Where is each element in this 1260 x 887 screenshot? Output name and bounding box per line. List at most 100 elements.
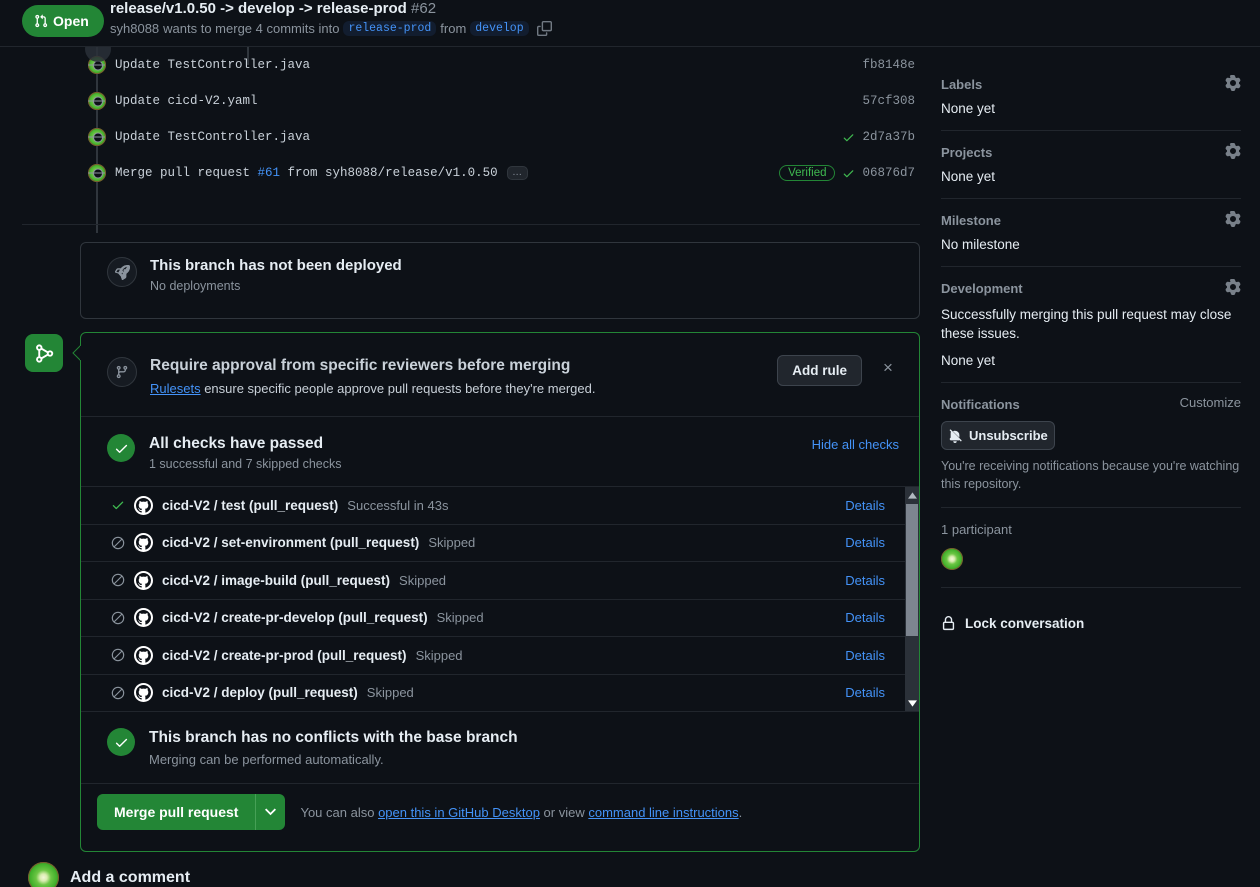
commit-message-pre: Merge pull request <box>115 166 258 180</box>
notifications-note: You're receiving notifications because y… <box>941 459 1240 491</box>
commit-row[interactable]: Update TestController.java fb8148e <box>0 47 930 83</box>
ghost-rail-fragment <box>247 47 249 65</box>
add-comment-title: Add a comment <box>70 868 191 886</box>
head-branch-chip[interactable]: develop <box>470 21 529 36</box>
commit-expand-button[interactable]: … <box>506 166 528 180</box>
merge-note-pre: You can also <box>300 804 379 820</box>
avatar[interactable] <box>941 548 963 570</box>
commit-message[interactable]: Update TestController.java <box>115 58 310 72</box>
chevron-down-icon[interactable] <box>255 794 286 830</box>
lock-conversation-button[interactable]: Lock conversation <box>941 602 1241 631</box>
check-row[interactable]: cicd-V2 / set-environment (pull_request)… <box>81 525 919 562</box>
commit-message[interactable]: Merge pull request #61 from syh8088/rele… <box>115 166 498 180</box>
check-row[interactable]: cicd-V2 / deploy (pull_request) Skipped … <box>81 675 919 712</box>
pr-title-text: release/v1.0.50 -> develop -> release-pr… <box>110 0 407 17</box>
timeline-separator <box>22 224 920 225</box>
milestone-value: No milestone <box>941 237 1020 252</box>
scroll-down-icon[interactable] <box>905 695 919 711</box>
verified-badge[interactable]: Verified <box>779 165 836 181</box>
commit-timeline: Update TestController.java fb8148e Updat… <box>0 47 930 233</box>
check-details-link[interactable]: Details <box>845 573 885 588</box>
commit-issue-link[interactable]: #61 <box>258 166 281 180</box>
check-success-icon[interactable] <box>842 167 855 180</box>
rulesets-link[interactable]: Rulesets <box>150 381 201 396</box>
commit-message[interactable]: Update TestController.java <box>115 130 310 144</box>
command-line-instructions-link[interactable]: command line instructions <box>588 805 738 820</box>
add-rule-button[interactable]: Add rule <box>777 355 862 386</box>
sidebar-section-notifications: Notifications Customize Unsubscribe You'… <box>941 383 1241 508</box>
commit-sha[interactable]: 57cf308 <box>862 94 915 108</box>
checks-scrollbar-thumb[interactable] <box>906 504 918 636</box>
commit-sha[interactable]: fb8148e <box>862 58 915 72</box>
check-details-link[interactable]: Details <box>845 685 885 700</box>
commit-row[interactable]: Update TestController.java 2d7a37b <box>0 119 930 155</box>
pr-from-text: from <box>440 21 467 36</box>
participants-heading: 1 participant <box>941 522 1012 537</box>
gear-icon[interactable] <box>1225 211 1241 227</box>
check-row[interactable]: cicd-V2 / create-pr-develop (pull_reques… <box>81 600 919 637</box>
check-status: Successful in 43s <box>347 497 449 513</box>
github-actions-icon <box>134 683 153 703</box>
check-name: cicd-V2 / set-environment (pull_request) <box>162 535 420 551</box>
gear-icon[interactable] <box>1225 143 1241 159</box>
copy-icon[interactable] <box>536 21 552 36</box>
commit-message-post: from syh8088/release/v1.0.50 <box>280 166 498 180</box>
commit-row[interactable]: Merge pull request #61 from syh8088/rele… <box>0 155 930 191</box>
pr-merge-text: wants to merge 4 commits into <box>163 21 340 36</box>
add-comment-section: Add a comment <box>0 862 190 887</box>
scroll-up-icon[interactable] <box>905 487 919 503</box>
unsubscribe-label: Unsubscribe <box>969 428 1048 443</box>
pr-state-label: Open <box>53 13 89 29</box>
gear-icon[interactable] <box>1225 75 1241 91</box>
merge-button-group: Merge pull request <box>97 794 286 830</box>
check-details-link[interactable]: Details <box>845 610 885 625</box>
check-details-link[interactable]: Details <box>845 648 885 663</box>
check-name: cicd-V2 / test (pull_request) <box>162 497 339 513</box>
check-details-link[interactable]: Details <box>845 535 885 550</box>
commit-message[interactable]: Update cicd-V2.yaml <box>115 94 258 108</box>
customize-notifications-link[interactable]: Customize <box>1180 395 1241 410</box>
commit-sha[interactable]: 2d7a37b <box>862 130 915 144</box>
merge-pull-request-button[interactable]: Merge pull request <box>97 794 256 830</box>
check-row[interactable]: cicd-V2 / image-build (pull_request) Ski… <box>81 562 919 600</box>
hide-all-checks-link[interactable]: Hide all checks <box>812 437 899 452</box>
pull-request-page: Open release/v1.0.50 -> develop -> relea… <box>0 0 1260 887</box>
conflict-section: This branch has no conflicts with the ba… <box>81 712 919 783</box>
pr-subtitle: syh8088 wants to merge 4 commits into re… <box>110 21 552 36</box>
check-name: cicd-V2 / deploy (pull_request) <box>162 685 358 701</box>
ruleset-description: Rulesets ensure specific people approve … <box>150 381 595 396</box>
commit-node-icon <box>88 96 105 107</box>
commit-node-icon <box>88 168 105 179</box>
pr-author[interactable]: syh8088 <box>110 21 159 36</box>
check-details-link[interactable]: Details <box>845 498 885 513</box>
check-success-icon[interactable] <box>842 131 855 144</box>
commit-sha[interactable]: 06876d7 <box>862 166 915 180</box>
gear-icon[interactable] <box>1225 279 1241 295</box>
lock-icon <box>941 616 956 631</box>
checks-subtitle: 1 successful and 7 skipped checks <box>149 457 342 471</box>
sidebar-section-milestone: Milestone No milestone <box>941 199 1241 267</box>
check-row[interactable]: cicd-V2 / create-pr-prod (pull_request) … <box>81 637 919 675</box>
conflict-title: This branch has no conflicts with the ba… <box>149 729 518 746</box>
unsubscribe-button[interactable]: Unsubscribe <box>941 421 1055 450</box>
sidebar-section-projects: Projects None yet <box>941 131 1241 199</box>
base-branch-chip[interactable]: release-prod <box>343 21 437 36</box>
check-row[interactable]: cicd-V2 / test (pull_request) Successful… <box>81 487 919 525</box>
check-skipped-icon <box>109 536 126 550</box>
ruleset-title: Require approval from specific reviewers… <box>150 357 571 374</box>
close-icon[interactable]: × <box>878 359 898 376</box>
git-branch-icon <box>107 357 137 387</box>
avatar <box>28 862 59 887</box>
check-status: Skipped <box>428 535 476 551</box>
commit-row[interactable]: Update cicd-V2.yaml 57cf308 <box>0 83 930 119</box>
pull-request-icon <box>34 14 48 28</box>
github-desktop-link[interactable]: open this in GitHub Desktop <box>378 805 540 820</box>
pr-sticky-header: Open release/v1.0.50 -> develop -> relea… <box>0 0 1260 47</box>
merge-note-post: . <box>738 804 743 820</box>
merge-state-icon <box>25 334 63 372</box>
github-actions-icon <box>134 533 153 553</box>
merge-box: Require approval from specific reviewers… <box>80 332 920 852</box>
development-value: None yet <box>941 353 996 368</box>
sidebar-section-labels: Labels None yet <box>941 47 1241 131</box>
development-heading: Development <box>941 281 1023 296</box>
